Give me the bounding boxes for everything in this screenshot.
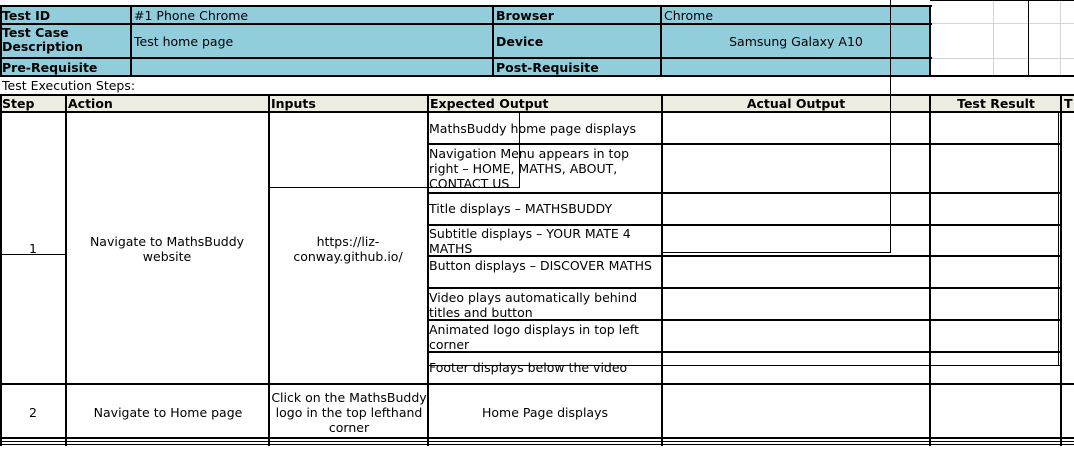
column-header-action[interactable]: Action — [68, 96, 268, 111]
step2-inputs[interactable]: Click on the MathsBuddy logo in the top … — [269, 390, 429, 436]
section-title: Test Execution Steps: — [2, 78, 136, 93]
step1-expected-item[interactable]: Subtitle displays – YOUR MATE 4 MATHS — [429, 226, 661, 256]
column-header-extra[interactable]: T — [1064, 96, 1074, 111]
column-header-inputs[interactable]: Inputs — [271, 96, 426, 111]
step2-expected[interactable]: Home Page displays — [429, 405, 661, 421]
column-header-expected[interactable]: Expected Output — [430, 96, 660, 111]
description-value[interactable]: Test home page — [134, 34, 492, 50]
browser-label[interactable]: Browser — [496, 8, 660, 23]
prerequisite-value[interactable] — [134, 60, 492, 75]
test-id-label[interactable]: Test ID — [2, 8, 130, 23]
step1-expected-item[interactable]: Video plays automatically behind titles … — [429, 290, 661, 320]
test-id-value[interactable]: #1 Phone Chrome — [134, 8, 492, 23]
step1-expected-item[interactable]: Footer displays below the video — [429, 361, 661, 375]
prerequisite-label[interactable]: Pre-Requisite — [2, 60, 130, 75]
step2-action[interactable]: Navigate to Home page — [68, 405, 268, 421]
description-label-line2: Description — [2, 39, 83, 54]
step1-expected-item[interactable]: Button displays – DISCOVER MATHS — [429, 258, 661, 288]
step1-expected-item[interactable]: Navigation Menu appears in top right – H… — [429, 146, 661, 192]
device-label[interactable]: Device — [496, 34, 660, 50]
description-label[interactable]: Test Case Description — [2, 26, 130, 58]
step2-number[interactable]: 2 — [2, 405, 64, 421]
step1-inputs[interactable]: https://liz-conway.github.io/ — [278, 234, 418, 266]
column-header-step[interactable]: Step — [2, 96, 64, 111]
postrequisite-value[interactable] — [664, 60, 928, 75]
step1-expected-item[interactable]: Title displays – MATHSBUDDY — [429, 201, 661, 221]
postrequisite-label[interactable]: Post-Requisite — [496, 60, 660, 75]
step1-expected-item[interactable]: Animated logo displays in top left corne… — [429, 322, 661, 352]
step1-action[interactable]: Navigate to MathsBuddy website — [74, 234, 260, 266]
browser-value[interactable]: Chrome — [664, 8, 928, 23]
step1-expected-item[interactable]: MathsBuddy home page displays — [429, 121, 661, 141]
column-header-result[interactable]: Test Result — [932, 96, 1060, 111]
description-label-line1: Test Case — [2, 26, 69, 40]
